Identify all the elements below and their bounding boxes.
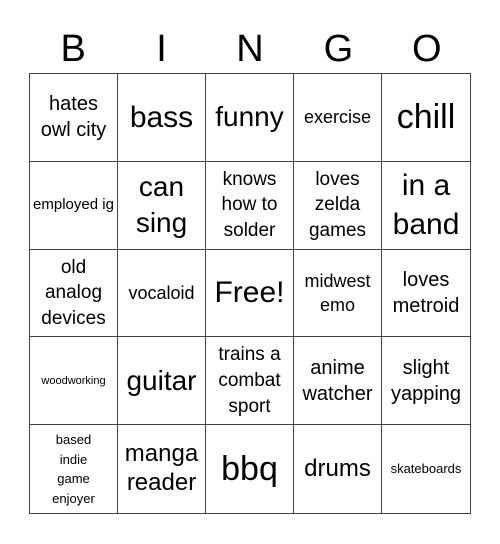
bingo-cell[interactable]: manga reader [118,425,206,513]
bingo-cell[interactable]: employed ig [30,161,118,250]
bingo-cell[interactable]: woodworking [30,337,118,426]
bingo-cell[interactable]: exercise [294,74,382,162]
bingo-cell[interactable]: funny [206,74,294,162]
bingo-cell[interactable]: loves metroid [382,250,470,338]
bingo-cell[interactable]: anime watcher [294,337,382,426]
bingo-header: B I N G O [29,26,471,72]
bingo-cell[interactable]: trains a combat sport [206,337,294,426]
bingo-cell[interactable]: loves zelda games [294,161,382,250]
bingo-card-grid: hates owl city bass funny exercise chill… [29,73,471,514]
header-letter-o: O [411,28,442,70]
bingo-cell[interactable]: old analog devices [30,249,118,338]
bingo-cell[interactable]: based indie game enjoyer [30,425,118,513]
bingo-cell[interactable]: vocaloid [118,249,206,338]
bingo-cell[interactable]: bbq [206,425,294,513]
bingo-cell[interactable]: can sing [118,161,206,250]
bingo-cell[interactable]: in a band [382,162,470,250]
bingo-cell[interactable]: hates owl city [30,74,118,162]
bingo-cell[interactable]: guitar [118,337,206,426]
bingo-cell[interactable]: chill [382,74,470,162]
free-space-cell[interactable]: Free! [206,249,294,338]
bingo-cell[interactable]: slight yapping [382,337,470,426]
bingo-cell[interactable]: drums [294,425,382,513]
header-letter-b: B [60,28,86,70]
bingo-cell[interactable]: midwest emo [294,249,382,338]
bingo-cell[interactable]: skateboards [382,425,470,513]
header-letter-n: N [236,28,264,70]
bingo-cell[interactable]: bass [118,74,206,162]
bingo-cell[interactable]: knows how to solder [206,161,294,250]
header-letter-i: I [156,28,167,70]
header-letter-g: G [323,28,354,70]
